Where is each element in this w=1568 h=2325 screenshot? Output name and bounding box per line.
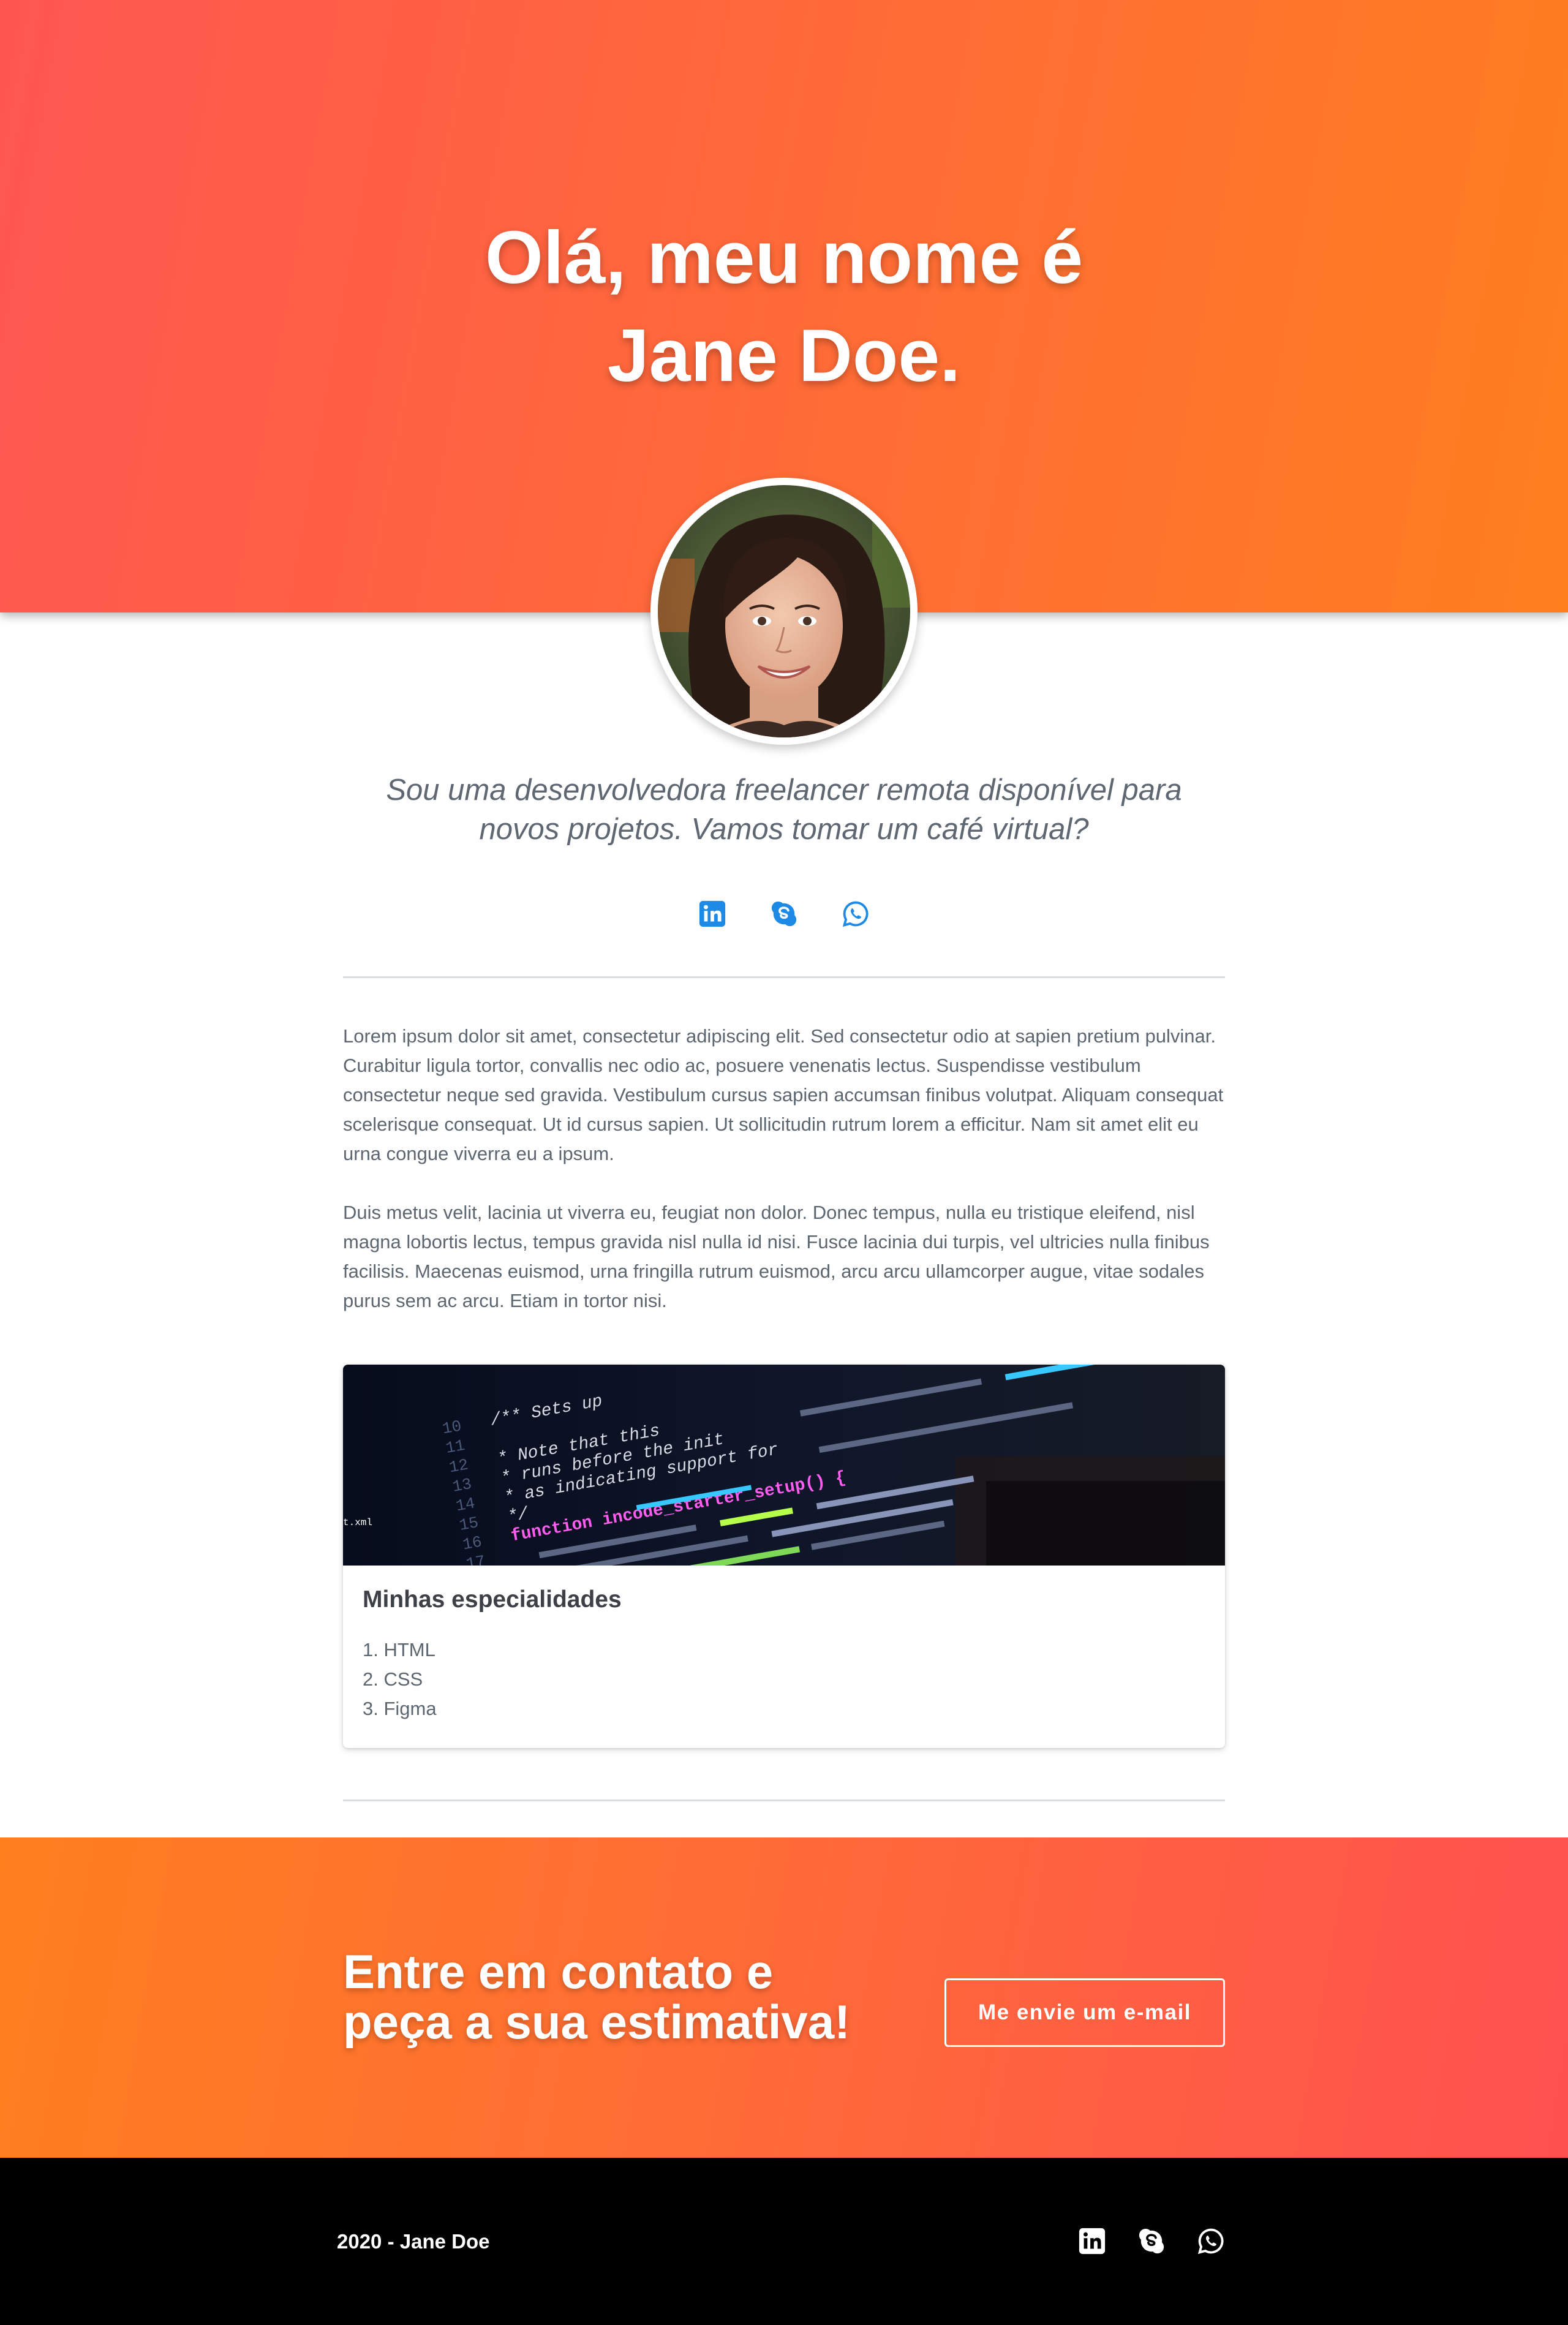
contact-cta-section: Entre em contato e peça a sua estimativa…	[0, 1837, 1568, 2158]
skill-item-figma: 3. Figma	[363, 1698, 437, 1719]
skills-list: 1. HTML 2. CSS 3. Figma	[363, 1635, 1205, 1724]
profile-avatar	[650, 478, 918, 745]
hero-title-line1: Olá, meu nome é	[484, 216, 1084, 299]
code-screenshot-image: 101112 131415 161718 1920 /** Sets up * …	[343, 1365, 1225, 1566]
whatsapp-icon[interactable]	[1197, 2227, 1225, 2255]
tagline: Sou uma desenvolvedora freelancer remota…	[386, 774, 1182, 846]
svg-text:10: 10	[441, 1417, 463, 1438]
svg-text:15: 15	[458, 1513, 480, 1535]
skill-item-html: 1. HTML	[363, 1639, 435, 1660]
svg-text:16: 16	[461, 1532, 483, 1554]
cta-heading-line1: Entre em contato e	[343, 1945, 774, 1999]
svg-text:12: 12	[448, 1455, 470, 1477]
whatsapp-icon[interactable]	[842, 900, 870, 928]
social-links-top	[698, 898, 870, 930]
skills-title: Minhas especialidades	[363, 1586, 622, 1613]
cta-heading-line2: peça a sua estimativa!	[343, 1995, 851, 2049]
linkedin-icon[interactable]	[698, 900, 726, 928]
profile-photo	[658, 485, 910, 737]
page-footer: 2020 - Jane Doe	[0, 2158, 1568, 2325]
skype-icon[interactable]	[1137, 2227, 1166, 2255]
skype-icon[interactable]	[770, 900, 798, 928]
hero-title-line2: Jane Doe.	[607, 314, 961, 397]
section-divider-bottom	[343, 1799, 1225, 1801]
about-paragraph-1: Lorem ipsum dolor sit amet, consectetur …	[343, 1025, 1224, 1164]
skills-card-body: Minhas especialidades 1. HTML 2. CSS 3. …	[343, 1566, 1225, 1724]
cta-heading: Entre em contato e peça a sua estimativa…	[343, 1946, 894, 2047]
footer-copyright: 2020 - Jane Doe	[337, 2230, 490, 2253]
svg-text:13: 13	[451, 1475, 473, 1496]
hero-title: Olá, meu nome é Jane Doe.	[0, 208, 1568, 404]
skill-item-css: 2. CSS	[363, 1668, 423, 1690]
svg-text:14: 14	[454, 1494, 477, 1515]
skills-card: 101112 131415 161718 1920 /** Sets up * …	[343, 1365, 1225, 1748]
about-section: Lorem ipsum dolor sit amet, consectetur …	[343, 1022, 1225, 1316]
code-filename: t.xml	[343, 1517, 372, 1528]
email-me-button[interactable]: Me envie um e-mail	[944, 1978, 1225, 2047]
svg-text:11: 11	[444, 1436, 466, 1458]
social-links-footer	[1078, 2226, 1225, 2256]
code-line-5: */	[506, 1504, 530, 1527]
section-divider-top	[343, 976, 1225, 978]
linkedin-icon[interactable]	[1078, 2227, 1106, 2255]
about-paragraph-2: Duis metus velit, lacinia ut viverra eu,…	[343, 1202, 1210, 1311]
